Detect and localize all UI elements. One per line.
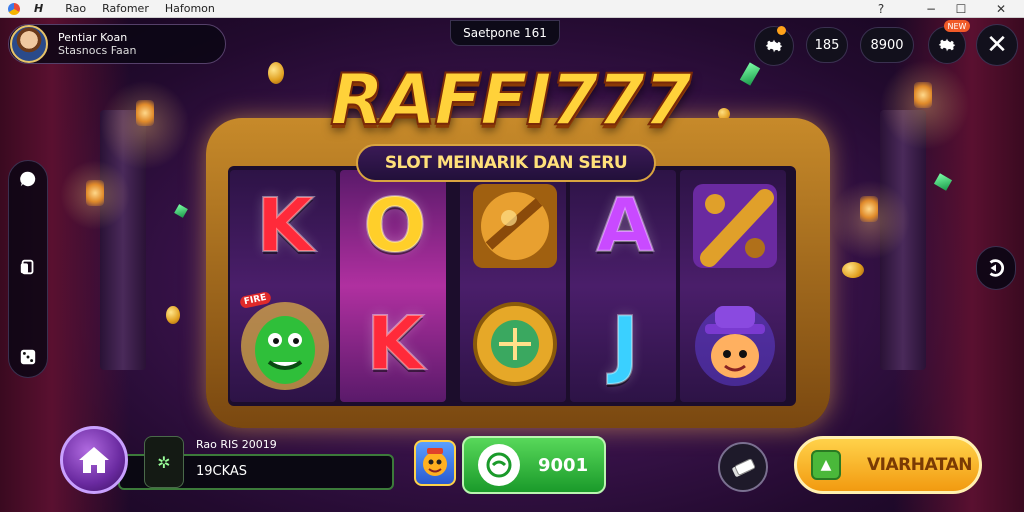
symbol-letter-text: O xyxy=(363,182,428,270)
minimize-button[interactable]: − xyxy=(916,0,946,18)
gear-icon xyxy=(765,39,783,53)
gem-counter[interactable]: 8900 xyxy=(860,27,914,63)
coin-icon xyxy=(166,306,180,324)
notification-dot xyxy=(777,26,786,35)
menu-item-2[interactable]: Hafomon xyxy=(165,2,215,15)
symbol-letter: J xyxy=(576,292,674,396)
character-icon xyxy=(423,448,447,476)
home-icon xyxy=(79,447,109,473)
wallet-button[interactable]: ✲ xyxy=(144,436,184,488)
gem-icon xyxy=(174,204,188,218)
settings-gear-button[interactable] xyxy=(754,26,794,66)
menu-item-1[interactable]: Rafomer xyxy=(102,2,149,15)
coin-counter[interactable]: 185 xyxy=(806,27,848,63)
lamp-icon xyxy=(86,180,104,206)
balance-value: 19CKAS xyxy=(196,464,248,479)
maximize-button[interactable]: ☐ xyxy=(946,0,976,18)
game-title: RAFFI777 xyxy=(329,58,693,142)
golden-ball-icon xyxy=(466,174,564,278)
close-window-button[interactable]: ✕ xyxy=(986,0,1016,18)
symbol-letter: O xyxy=(346,174,444,278)
spin-value: 9001 xyxy=(538,454,589,476)
lamp-icon xyxy=(914,82,932,108)
avatar[interactable] xyxy=(10,25,48,63)
gear-icon xyxy=(938,38,956,52)
lamp-icon xyxy=(860,196,878,222)
player-profile[interactable]: Pentiar Koan Stasnocs Faan xyxy=(8,24,226,64)
symbol-letter-text: J xyxy=(610,300,640,388)
close-icon: ✕ xyxy=(986,30,1008,60)
cards-stack-icon xyxy=(732,458,756,477)
mini-game-button[interactable] xyxy=(414,440,456,486)
hat-character-icon xyxy=(686,292,784,396)
symbol-letter: K xyxy=(236,174,334,278)
dice-icon[interactable] xyxy=(16,345,40,369)
help-icon[interactable]: ? xyxy=(866,0,896,18)
coin-icon xyxy=(842,262,864,278)
symbol-letter-text: A xyxy=(595,182,654,270)
bet-cards-button[interactable] xyxy=(718,442,768,492)
back-arrow-button[interactable] xyxy=(976,246,1016,290)
symbol-letter: A xyxy=(576,174,674,278)
gem-icon xyxy=(739,62,761,86)
action-label: VIARHATAN xyxy=(867,455,972,475)
home-button[interactable] xyxy=(60,426,128,494)
action-button[interactable]: ▲ VIARHATAN xyxy=(794,436,982,494)
top-center-label: Saetpone 161 xyxy=(450,20,560,46)
golden-compass-icon xyxy=(466,292,564,396)
side-menu xyxy=(8,160,48,378)
green-monster-icon: FIRE xyxy=(236,290,334,396)
game-stage: H Rao Rafomer Hafomon ? − ☐ ✕ Pentiar Ko… xyxy=(0,0,1024,512)
profile-name: Pentiar Koan xyxy=(58,31,128,44)
profile-status: Stasnocs Faan xyxy=(58,44,137,57)
lamp-icon xyxy=(136,100,154,126)
back-arrow-icon xyxy=(989,259,1004,277)
menu-item-0[interactable]: Rao xyxy=(65,2,86,15)
symbol-letter-text: K xyxy=(365,300,424,388)
gift-icon: ▲ xyxy=(811,450,841,480)
window-titlebar: H Rao Rafomer Hafomon ? − ☐ ✕ xyxy=(0,0,1024,18)
chat-icon[interactable] xyxy=(16,167,40,191)
close-game-button[interactable]: ✕ xyxy=(976,24,1018,66)
game-subtitle: SLOT MEINARIK DAN SERU xyxy=(356,144,656,182)
golden-cannon-icon xyxy=(686,174,784,278)
symbol-letter-text: K xyxy=(255,182,314,270)
leaf-icon: ✲ xyxy=(157,452,171,472)
spin-button[interactable]: 9001 xyxy=(462,436,606,494)
symbol-letter: K xyxy=(346,292,444,396)
new-badge: NEW xyxy=(944,20,970,32)
balance-label: Rao RIS 20019 xyxy=(196,438,277,451)
app-name: H xyxy=(34,2,44,15)
browser-icon xyxy=(8,2,20,15)
coin-icon xyxy=(268,62,284,84)
spin-icon xyxy=(478,444,520,486)
cards-icon[interactable] xyxy=(16,255,40,279)
